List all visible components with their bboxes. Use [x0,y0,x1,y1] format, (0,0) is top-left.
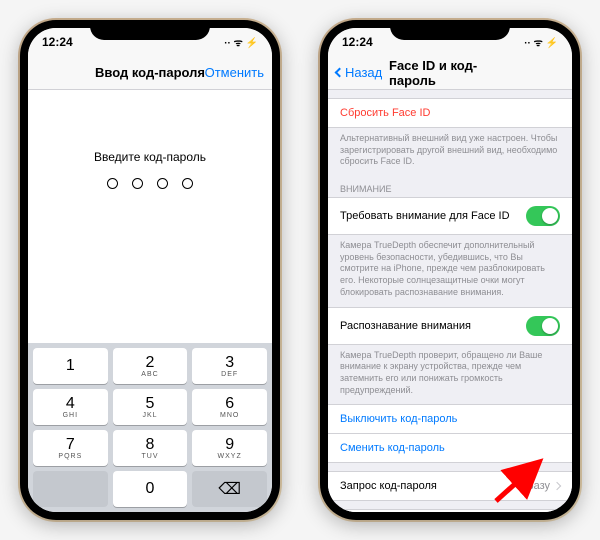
chevron-right-icon [553,482,561,490]
key-delete[interactable]: ⌫ [192,471,267,507]
require-attention-row: Требовать внимание для Face ID [328,197,572,235]
reset-faceid-row[interactable]: Сбросить Face ID [328,98,572,128]
key-1[interactable]: 1 [33,348,108,384]
nav-title: Ввод код-пароля [95,65,205,80]
notch [90,20,210,40]
keypad: 1 2ABC 3DEF 4GHI 5JKL 6MNO 7PQRS 8TUV 9W… [28,343,272,512]
delete-icon: ⌫ [218,479,241,499]
key-6[interactable]: 6MNO [192,389,267,425]
attention-aware-row: Распознавание внимания [328,307,572,345]
key-4[interactable]: 4GHI [33,389,108,425]
status-icons: ·· ᯤ ⚡ [224,35,258,49]
require-attention-toggle[interactable] [526,206,560,226]
turn-off-passcode-row[interactable]: Выключить код-пароль [328,404,572,434]
settings-body[interactable]: Сбросить Face ID Альтернативный внешний … [328,90,572,512]
status-time: 12:24 [342,35,373,49]
passcode-area: Введите код-пароль [28,90,272,343]
key-5[interactable]: 5JKL [113,389,188,425]
key-3[interactable]: 3DEF [192,348,267,384]
attention-aware-footer: Камера TrueDepth проверит, обращено ли В… [328,345,572,405]
key-8[interactable]: 8TUV [113,430,188,466]
passcode-dot [107,178,118,189]
phone-right: 12:24 ·· ᯤ ⚡ Назад Face ID и код-пароль … [320,20,580,520]
back-button[interactable]: Назад [336,65,382,80]
passcode-dot [182,178,193,189]
change-passcode-row[interactable]: Сменить код-пароль [328,434,572,463]
key-2[interactable]: 2ABC [113,348,188,384]
passcode-dots [107,178,193,189]
key-0[interactable]: 0 [113,471,188,507]
notch [390,20,510,40]
voice-dial-row: Голосовой набор [328,509,572,512]
status-time: 12:24 [42,35,73,49]
key-9[interactable]: 9WXYZ [192,430,267,466]
screen-passcode: 12:24 ·· ᯤ ⚡ Ввод код-пароля Отменить Вв… [28,28,272,512]
require-attention-footer: Камера TrueDepth обеспечит дополнительны… [328,235,572,306]
status-icons: ·· ᯤ ⚡ [524,35,558,49]
screen-settings: 12:24 ·· ᯤ ⚡ Назад Face ID и код-пароль … [328,28,572,512]
passcode-prompt: Введите код-пароль [94,150,206,164]
nav-bar: Ввод код-пароля Отменить [28,56,272,90]
attention-header: ВНИМАНИЕ [328,176,572,197]
require-passcode-row[interactable]: Запрос код-пароля Сразу [328,471,572,501]
passcode-dot [157,178,168,189]
nav-title: Face ID и код-пароль [389,58,511,88]
cancel-button[interactable]: Отменить [205,65,264,80]
key-blank [33,471,108,507]
reset-faceid-footer: Альтернативный внешний вид уже настроен.… [328,128,572,176]
chevron-left-icon [335,68,345,78]
nav-bar: Назад Face ID и код-пароль [328,56,572,90]
phone-left: 12:24 ·· ᯤ ⚡ Ввод код-пароля Отменить Вв… [20,20,280,520]
key-7[interactable]: 7PQRS [33,430,108,466]
require-passcode-value: Сразу [520,480,550,492]
attention-aware-toggle[interactable] [526,316,560,336]
passcode-dot [132,178,143,189]
